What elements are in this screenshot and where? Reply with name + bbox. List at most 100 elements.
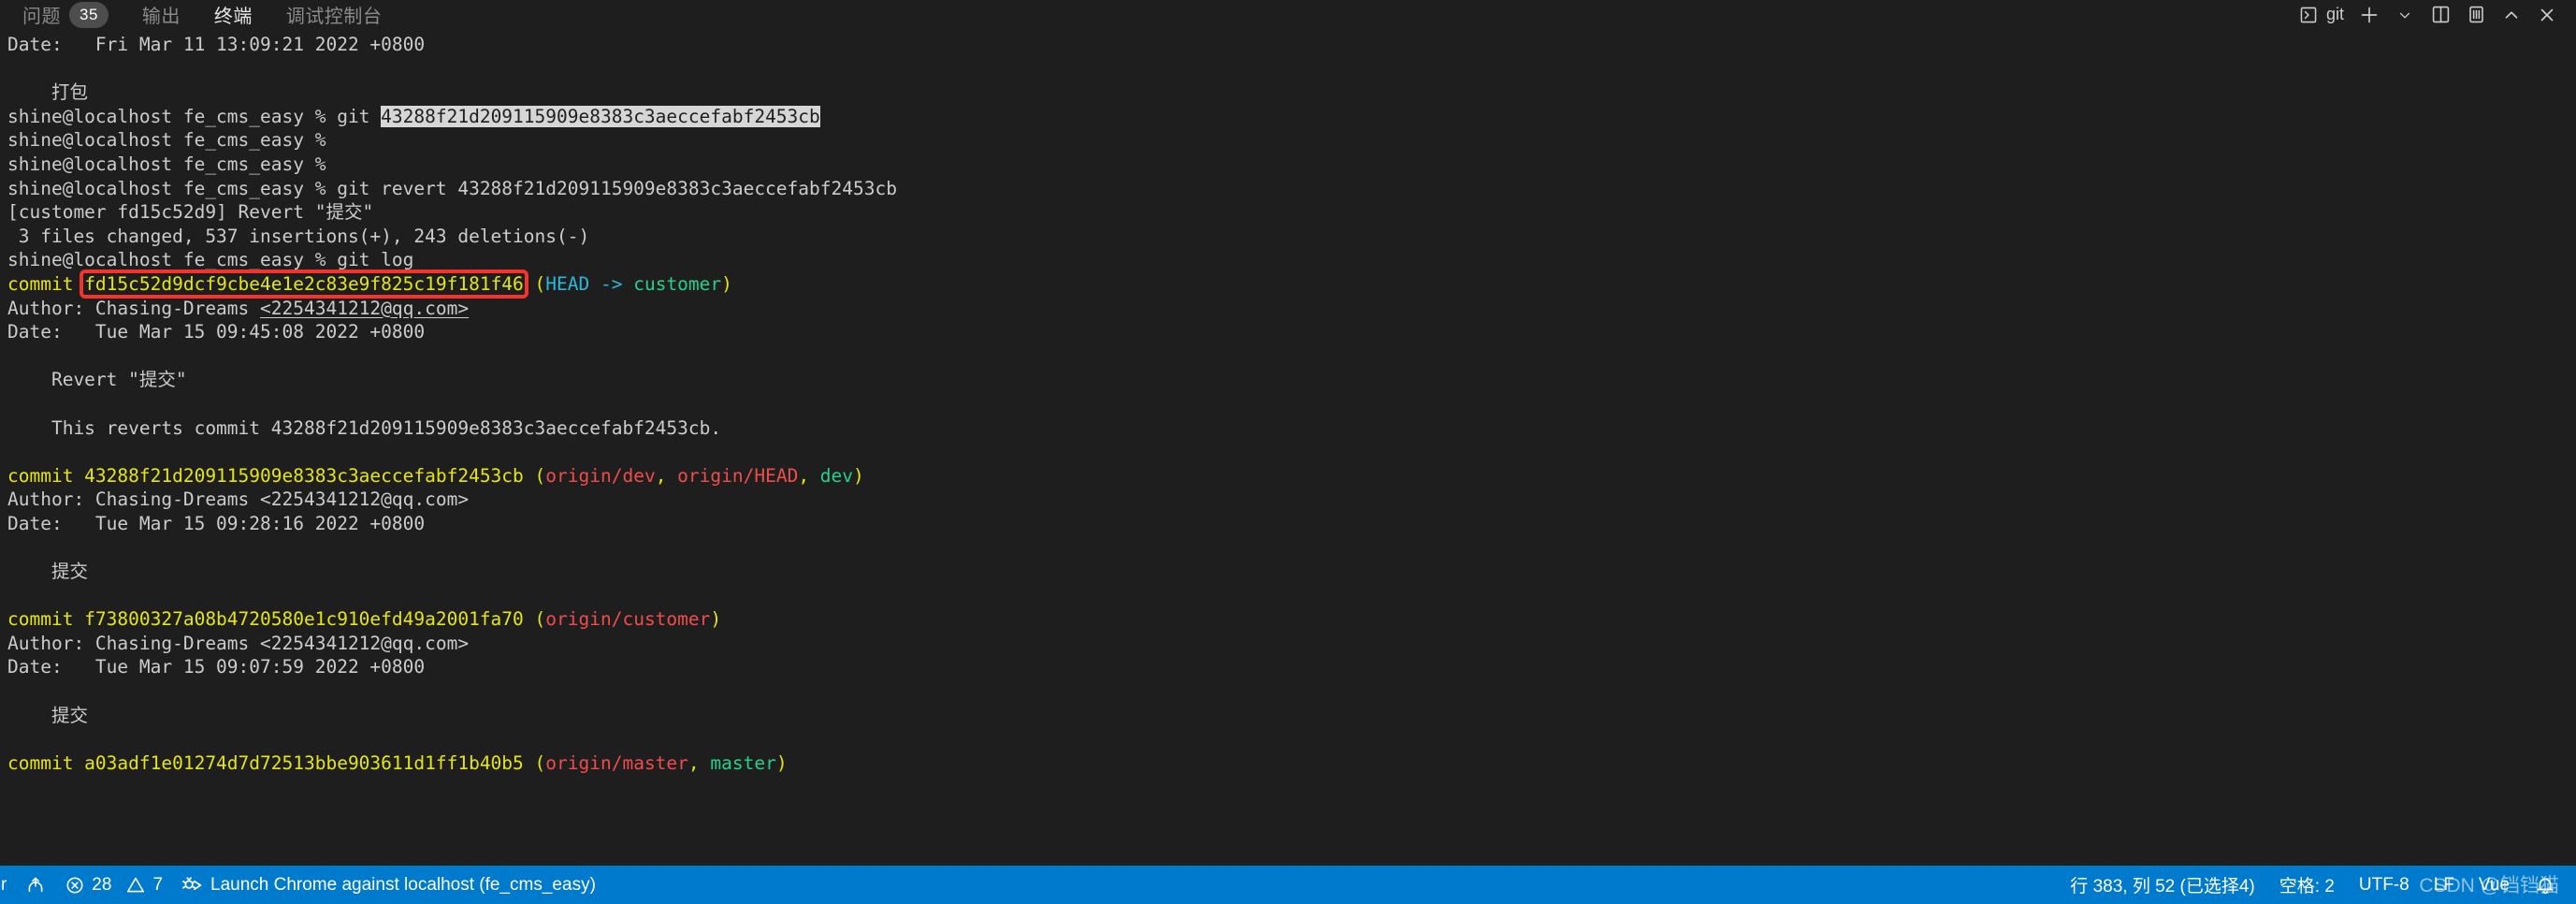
- panel-actions: git: [2296, 3, 2576, 27]
- split-terminal-button[interactable]: [2424, 3, 2456, 27]
- terminal-text: commit: [7, 272, 85, 295]
- editor-encoding[interactable]: UTF-8: [2347, 866, 2422, 904]
- bell-icon: [2534, 874, 2556, 897]
- maximize-panel-button[interactable]: [2496, 3, 2527, 27]
- terminal-text: ): [775, 751, 788, 774]
- terminal-text: customer: [633, 272, 722, 295]
- debug-launch-config[interactable]: Launch Chrome against localhost (fe_cms_…: [172, 866, 605, 904]
- tab-debug-console-label: 调试控制台: [285, 7, 383, 27]
- terminal-text: origin/dev: [545, 464, 656, 487]
- terminal-text: origin/customer: [545, 608, 711, 631]
- terminal-text: 3 files changed, 537 insertions(+), 243 …: [7, 225, 590, 247]
- kill-terminal-button[interactable]: [2460, 3, 2492, 27]
- terminal-text: shine@localhost fe_cms_easy %: [7, 153, 338, 175]
- terminal-name-label: git: [2325, 5, 2344, 23]
- debug-launch-label: Launch Chrome against localhost (fe_cms_…: [210, 874, 596, 895]
- email-link[interactable]: <2254341212@qq.com>: [260, 298, 469, 319]
- editor-eol[interactable]: LF: [2422, 866, 2467, 904]
- problems-count-badge: 35: [69, 1, 109, 28]
- terminal-text: This reverts commit 43288f21d209115909e8…: [7, 416, 722, 439]
- terminal-line: Date: Tue Mar 15 09:28:16 2022 +0800: [7, 512, 2576, 536]
- new-terminal-dropdown-button[interactable]: [2389, 3, 2421, 27]
- branch-label: omer: [0, 874, 7, 895]
- terminal-text: Date: Fri Mar 11 13:09:21 2022 +0800: [7, 34, 426, 55]
- plus-icon: [2358, 4, 2381, 26]
- tab-terminal-label: 终端: [213, 7, 253, 27]
- terminal-line: This reverts commit 43288f21d209115909e8…: [7, 416, 2576, 441]
- terminal-text: (: [523, 272, 546, 295]
- terminal-line: commit 43288f21d209115909e8383c3aeccefab…: [7, 464, 2576, 488]
- tab-debug-console[interactable]: 调试控制台: [269, 0, 399, 29]
- close-panel-button[interactable]: [2531, 3, 2563, 27]
- error-count-label: 28: [92, 874, 112, 895]
- tab-problems-label: 问题: [22, 7, 61, 27]
- language-mode-label: Vue: [2478, 874, 2510, 895]
- tab-problems[interactable]: 问题 35: [6, 0, 125, 29]
- terminal-text: (: [534, 751, 546, 774]
- tab-terminal[interactable]: 终端: [197, 0, 269, 33]
- terminal-line: 3 files changed, 537 insertions(+), 243 …: [7, 225, 2576, 249]
- warning-count-label: 7: [152, 874, 164, 895]
- terminal-text: shine@localhost fe_cms_easy % git log: [7, 249, 414, 271]
- debug-icon: [181, 874, 204, 897]
- tab-output-label: 输出: [141, 7, 181, 27]
- terminal-text: ): [721, 272, 732, 295]
- sync-changes-button[interactable]: [16, 866, 55, 904]
- terminal-line: Date: Tue Mar 15 09:07:59 2022 +0800: [7, 655, 2576, 679]
- terminal-text: ): [853, 464, 864, 487]
- editor-indentation[interactable]: 空格: 2: [2267, 866, 2347, 904]
- terminal-line: 打包: [7, 80, 2576, 105]
- split-panel-icon: [2430, 4, 2452, 25]
- terminal-text: origin/master: [545, 751, 688, 774]
- terminal-selector[interactable]: git: [2296, 3, 2350, 27]
- editor-language-mode[interactable]: Vue: [2467, 866, 2522, 904]
- terminal-line: Date: Tue Mar 15 09:45:08 2022 +0800: [7, 320, 2576, 344]
- close-icon: [2537, 5, 2557, 25]
- terminal-text: (: [534, 464, 546, 487]
- status-bar: omer 28: [0, 866, 2576, 904]
- terminal-text: commit a03adf1e01274d7d72513bbe903611d1f…: [7, 751, 535, 774]
- terminal-text: 提交: [7, 704, 88, 726]
- terminal-text: Revert "提交": [7, 369, 187, 391]
- trash-icon: [2466, 4, 2487, 25]
- notifications-bell-button[interactable]: [2522, 866, 2569, 904]
- terminal-line: shine@localhost fe_cms_easy % git revert…: [7, 177, 2576, 201]
- cursor-position-label: 行 383, 列 52 (已选择4): [2070, 877, 2255, 897]
- terminal-text: Date: Tue Mar 15 09:45:08 2022 +0800: [7, 321, 426, 343]
- status-bar-left: omer 28: [0, 866, 605, 904]
- problems-indicator[interactable]: 28 7: [55, 866, 172, 904]
- vscode-panel-window: 问题 35 输出 终端 调试控制台 git Date: Fri Mar 11 1…: [0, 0, 2576, 904]
- terminal-text: ,: [687, 751, 711, 774]
- panel-header: 问题 35 输出 终端 调试控制台 git: [0, 0, 2576, 33]
- warning-icon: [125, 875, 146, 896]
- terminal-text: (: [534, 608, 546, 631]
- branch-indicator[interactable]: omer: [0, 866, 16, 904]
- terminal-text: Date: Tue Mar 15 09:28:16 2022 +0800: [7, 512, 426, 534]
- selected-text: 43288f21d209115909e8383c3aeccefabf2453cb: [381, 105, 820, 127]
- terminal-line: shine@localhost fe_cms_easy %: [7, 153, 2576, 177]
- editor-cursor-position[interactable]: 行 383, 列 52 (已选择4): [2058, 866, 2266, 904]
- terminal-text: Author: Chasing-Dreams <2254341212@qq.co…: [7, 488, 470, 511]
- status-bar-right: 行 383, 列 52 (已选择4) 空格: 2 UTF-8 LF Vue: [2058, 866, 2576, 904]
- terminal-view[interactable]: Date: Fri Mar 11 13:09:21 2022 +0800 打包 s…: [0, 29, 2576, 866]
- terminal-output: Date: Fri Mar 11 13:09:21 2022 +0800 打包 s…: [7, 33, 2576, 775]
- eol-label: LF: [2433, 874, 2454, 895]
- terminal-line: Author: Chasing-Dreams <2254341212@qq.co…: [7, 297, 2576, 321]
- terminal-line: 提交: [7, 704, 2576, 728]
- terminal-chevron-icon: [2298, 5, 2319, 25]
- terminal-text: ,: [655, 464, 678, 487]
- terminal-line: Date: Fri Mar 11 13:09:21 2022 +0800: [7, 33, 2576, 57]
- tab-output[interactable]: 输出: [125, 0, 197, 29]
- terminal-line: Revert "提交": [7, 368, 2576, 392]
- terminal-text: commit f73800327a08b4720580e1c910efd49a2…: [7, 608, 535, 631]
- chevron-up-icon: [2501, 5, 2522, 25]
- terminal-text: Author: Chasing-Dreams <2254341212@qq.co…: [7, 632, 470, 654]
- terminal-text: fd15c52d9dcf9cbe4e1e2c83e9f825c19f181f46: [84, 272, 524, 295]
- new-terminal-button[interactable]: [2353, 3, 2385, 27]
